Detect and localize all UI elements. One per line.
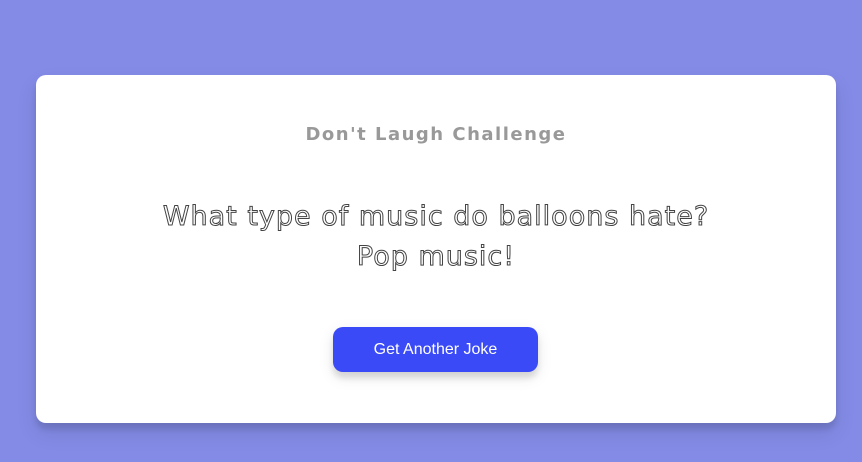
challenge-title: Don't Laugh Challenge [305, 124, 567, 145]
joke-setup: What type of music do balloons hate? [162, 201, 710, 233]
joke-punchline: Pop music! [356, 241, 516, 273]
get-another-joke-button[interactable]: Get Another Joke [333, 327, 538, 372]
joke-card: Don't Laugh Challenge What type of music… [36, 75, 836, 423]
joke-text: What type of music do balloons hate? Pop… [126, 197, 746, 277]
